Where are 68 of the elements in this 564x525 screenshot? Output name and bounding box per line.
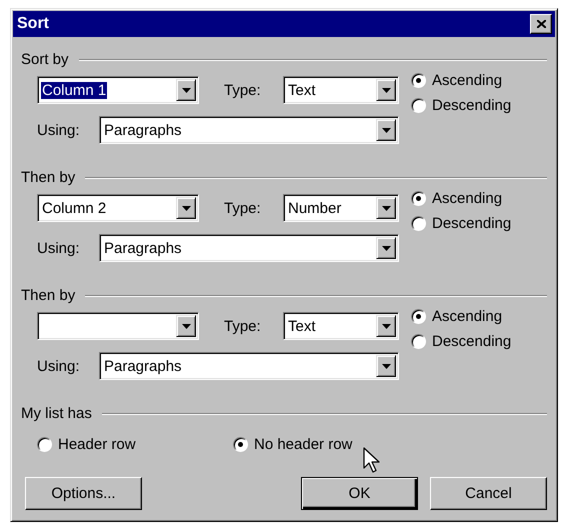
radio-label: Descending xyxy=(432,333,512,350)
combo-value: Text xyxy=(287,318,317,334)
group-heading: My list has xyxy=(21,405,92,422)
dropdown-arrow-icon xyxy=(382,128,390,132)
window-title: Sort xyxy=(17,15,49,33)
dropdown-arrow-icon xyxy=(182,206,190,210)
dropdown-button[interactable] xyxy=(376,315,396,337)
radio-label: Ascending xyxy=(432,308,502,325)
dropdown-button[interactable] xyxy=(376,119,396,141)
close-icon xyxy=(536,20,546,28)
column-combo[interactable] xyxy=(37,312,199,340)
dropdown-arrow-icon xyxy=(182,324,190,328)
radio-button[interactable] xyxy=(233,437,248,452)
combo-value: Paragraphs xyxy=(103,240,183,256)
type-label: Type: xyxy=(224,82,262,98)
combo-value: Paragraphs xyxy=(103,358,183,374)
combo-value: Column 1 xyxy=(41,82,108,98)
radio-label: Header row xyxy=(58,436,136,453)
radio-button[interactable] xyxy=(411,73,426,88)
mouse-pointer-icon xyxy=(363,447,381,475)
type-combo[interactable]: Text xyxy=(283,312,399,340)
radio-label: Ascending xyxy=(432,190,502,207)
using-label: Using: xyxy=(37,122,81,138)
dropdown-arrow-icon xyxy=(382,88,390,92)
radio-button[interactable] xyxy=(411,334,426,349)
dropdown-arrow-icon xyxy=(382,206,390,210)
type-label: Type: xyxy=(224,318,262,334)
group-heading: Sort by xyxy=(21,51,69,68)
radio-button[interactable] xyxy=(411,216,426,231)
dialog-button[interactable]: OK xyxy=(301,477,418,510)
dropdown-button[interactable] xyxy=(176,315,196,337)
combo-value: Paragraphs xyxy=(103,122,183,138)
column-combo[interactable]: Column 1 xyxy=(37,76,199,104)
dropdown-arrow-icon xyxy=(382,364,390,368)
combo-value: Text xyxy=(287,82,317,98)
dialog-button[interactable]: Options... xyxy=(25,477,142,510)
dropdown-button[interactable] xyxy=(376,197,396,219)
dropdown-button[interactable] xyxy=(376,355,396,377)
radio-button[interactable] xyxy=(411,191,426,206)
dropdown-button[interactable] xyxy=(176,79,196,101)
dropdown-button[interactable] xyxy=(376,79,396,101)
using-combo[interactable]: Paragraphs xyxy=(99,234,399,262)
radio-label: Descending xyxy=(432,215,512,232)
group-heading: Then by xyxy=(21,287,76,304)
close-button[interactable] xyxy=(530,14,552,34)
radio-label: No header row xyxy=(254,436,352,453)
using-combo[interactable]: Paragraphs xyxy=(99,116,399,144)
combo-value: Number xyxy=(287,200,342,216)
radio-label: Descending xyxy=(432,97,512,114)
type-label: Type: xyxy=(224,200,262,216)
using-combo[interactable]: Paragraphs xyxy=(99,352,399,380)
dropdown-button[interactable] xyxy=(376,237,396,259)
type-combo[interactable]: Number xyxy=(283,194,399,222)
using-label: Using: xyxy=(37,240,81,256)
dropdown-arrow-icon xyxy=(382,246,390,250)
radio-button[interactable] xyxy=(37,437,52,452)
dropdown-button[interactable] xyxy=(176,197,196,219)
dropdown-arrow-icon xyxy=(182,88,190,92)
dialog-button[interactable]: Cancel xyxy=(430,477,547,510)
radio-button[interactable] xyxy=(411,309,426,324)
column-combo[interactable]: Column 2 xyxy=(37,194,199,222)
combo-value: Column 2 xyxy=(41,200,108,216)
dropdown-arrow-icon xyxy=(382,324,390,328)
radio-button[interactable] xyxy=(411,98,426,113)
type-combo[interactable]: Text xyxy=(283,76,399,104)
group-heading: Then by xyxy=(21,169,76,186)
using-label: Using: xyxy=(37,358,81,374)
radio-label: Ascending xyxy=(432,72,502,89)
